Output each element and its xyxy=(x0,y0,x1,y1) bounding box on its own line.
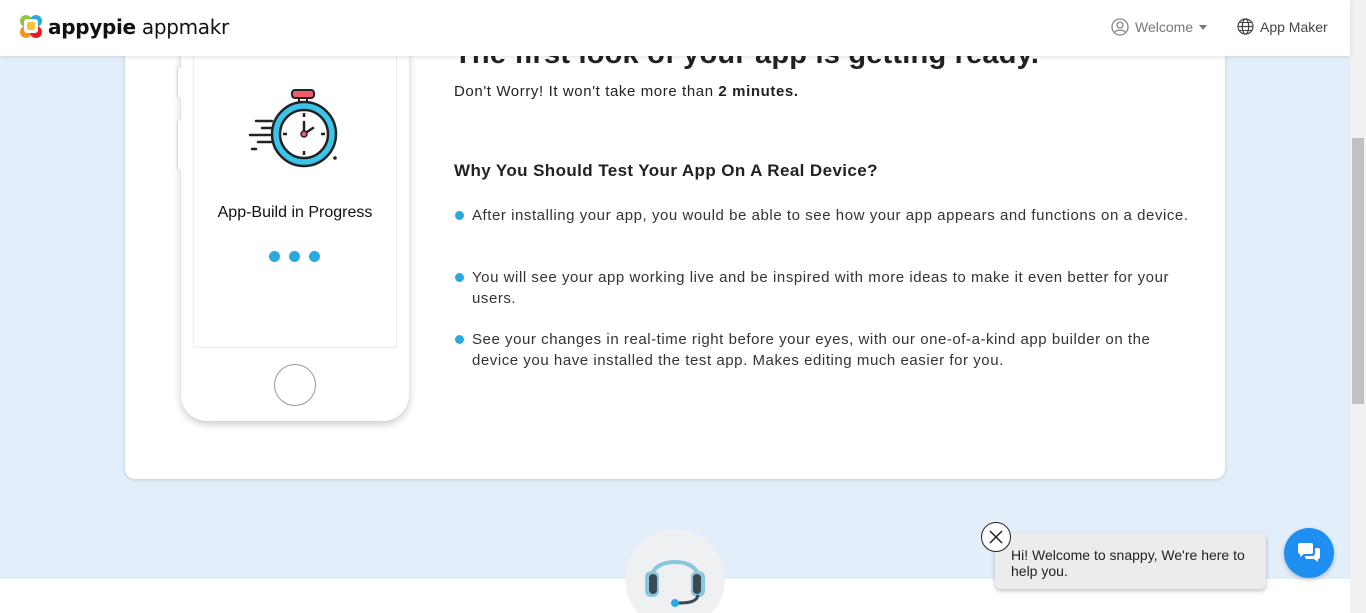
chat-close-button[interactable] xyxy=(981,522,1011,552)
page-scrollbar[interactable] xyxy=(1350,0,1366,613)
headset-icon xyxy=(645,560,705,607)
section-title: Why You Should Test Your App On A Real D… xyxy=(454,161,878,180)
top-header: appypie appmakr Welcome App Maker xyxy=(0,0,1350,56)
app-maker-label: App Maker xyxy=(1260,18,1328,35)
chat-bubbles-icon xyxy=(1298,543,1320,562)
phone-volume-button xyxy=(178,68,181,98)
benefit-item: After installing your app, you would be … xyxy=(454,205,1199,226)
welcome-menu[interactable]: Welcome xyxy=(1111,18,1208,36)
logo-text: appypie appmakr xyxy=(48,15,229,39)
appypie-logo[interactable]: appypie appmakr xyxy=(18,13,229,41)
chat-greeting-text: Hi! Welcome to snappy, We're here to hel… xyxy=(1011,547,1245,579)
wait-duration: 2 minutes. xyxy=(718,83,799,100)
chevron-down-icon xyxy=(1199,24,1208,30)
loading-dots xyxy=(269,251,320,262)
appypie-logo-icon xyxy=(18,13,44,41)
close-icon xyxy=(989,530,1003,544)
app-maker-menu[interactable]: App Maker xyxy=(1237,18,1328,35)
loading-dot xyxy=(289,251,300,262)
stopwatch-icon xyxy=(248,88,340,181)
loading-dot xyxy=(309,251,320,262)
phone-side-button xyxy=(178,120,181,170)
phone-screen xyxy=(193,40,397,348)
phone-home-button[interactable] xyxy=(274,364,316,406)
wait-notice-text: Don't Worry! It won't take more than xyxy=(454,83,719,100)
scrollbar-thumb[interactable] xyxy=(1352,138,1364,404)
logo-text-bold: appypie xyxy=(48,15,136,39)
open-chat-button[interactable] xyxy=(1284,528,1334,578)
benefit-item: You will see your app working live and b… xyxy=(454,267,1199,309)
benefit-item: See your changes in real-time right befo… xyxy=(454,329,1199,371)
chat-greeting-bubble[interactable]: Hi! Welcome to snappy, We're here to hel… xyxy=(995,533,1266,589)
user-circle-icon xyxy=(1111,18,1129,36)
welcome-label: Welcome xyxy=(1135,19,1194,35)
logo-text-rest: appmakr xyxy=(135,15,229,39)
globe-icon xyxy=(1237,18,1254,35)
loading-dot xyxy=(269,251,280,262)
build-status-label: App-Build in Progress xyxy=(217,204,373,221)
wait-notice: Don't Worry! It won't take more than 2 m… xyxy=(454,83,799,100)
support-avatar xyxy=(625,529,725,613)
